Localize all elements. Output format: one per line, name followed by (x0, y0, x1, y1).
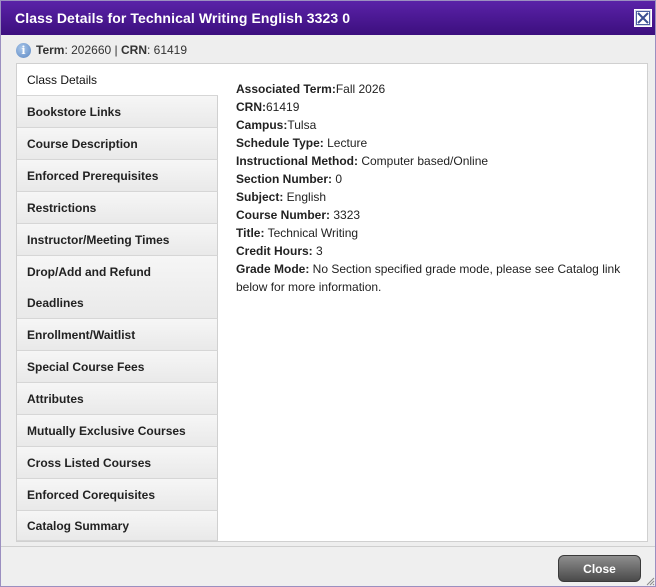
details-nav: Class Details Bookstore Links Course Des… (17, 64, 218, 541)
detail-section-number: Section Number: 0 (236, 172, 343, 186)
detail-subject: Subject: English (236, 190, 327, 204)
detail-campus: Campus:Tulsa (236, 118, 317, 132)
detail-title: Title: Technical Writing (236, 226, 359, 240)
detail-grade-mode: Grade Mode: No Section specified grade m… (236, 262, 621, 294)
tab-bookstore-links[interactable]: Bookstore Links (17, 96, 218, 128)
detail-associated-term: Associated Term:Fall 2026 (236, 82, 386, 96)
tab-special-course-fees[interactable]: Special Course Fees (17, 351, 218, 383)
dialog-footer: Close (1, 546, 655, 586)
tab-enforced-corequisites[interactable]: Enforced Corequisites (17, 479, 218, 511)
class-details-content: Associated Term:Fall 2026 CRN:61419 Camp… (236, 80, 636, 296)
dialog-titlebar: Class Details for Technical Writing Engl… (1, 1, 655, 35)
crn-label: CRN (120, 43, 147, 57)
class-details-dialog: Class Details for Technical Writing Engl… (0, 0, 656, 587)
term-label: Term (36, 43, 65, 57)
dialog-title: Class Details for Technical Writing Engl… (15, 10, 351, 26)
term-crn-info: i Term: 202660 | CRN: 61419 (16, 41, 187, 59)
detail-instructional-method: Instructional Method: Computer based/Onl… (236, 154, 489, 168)
tab-course-description[interactable]: Course Description (17, 128, 218, 160)
info-icon: i (16, 42, 31, 58)
details-panel: Class Details Bookstore Links Course Des… (16, 63, 648, 542)
crn-value: 61419 (153, 43, 188, 57)
tab-attributes[interactable]: Attributes (17, 383, 218, 415)
term-value: 202660 (71, 43, 112, 57)
tab-enrollment-waitlist[interactable]: Enrollment/Waitlist (17, 319, 218, 351)
close-button[interactable]: Close (558, 555, 641, 582)
tab-cross-listed-courses[interactable]: Cross Listed Courses (17, 447, 218, 479)
close-icon[interactable] (634, 9, 652, 27)
tab-enforced-prerequisites[interactable]: Enforced Prerequisites (17, 160, 218, 192)
detail-crn: CRN:61419 (236, 100, 300, 114)
resize-grip-icon[interactable] (645, 576, 655, 586)
tab-instructor-meeting-times[interactable]: Instructor/Meeting Times (17, 224, 218, 256)
tab-class-details[interactable]: Class Details (17, 64, 218, 96)
tab-restrictions[interactable]: Restrictions (17, 192, 218, 224)
tab-catalog-summary[interactable]: Catalog Summary (17, 511, 218, 541)
tab-drop-add-refund-deadlines[interactable]: Drop/Add and Refund Deadlines (17, 256, 218, 319)
detail-schedule-type: Schedule Type: Lecture (236, 136, 368, 150)
tab-mutually-exclusive-courses[interactable]: Mutually Exclusive Courses (17, 415, 218, 447)
detail-course-number: Course Number: 3323 (236, 208, 361, 222)
detail-credit-hours: Credit Hours: 3 (236, 244, 323, 258)
